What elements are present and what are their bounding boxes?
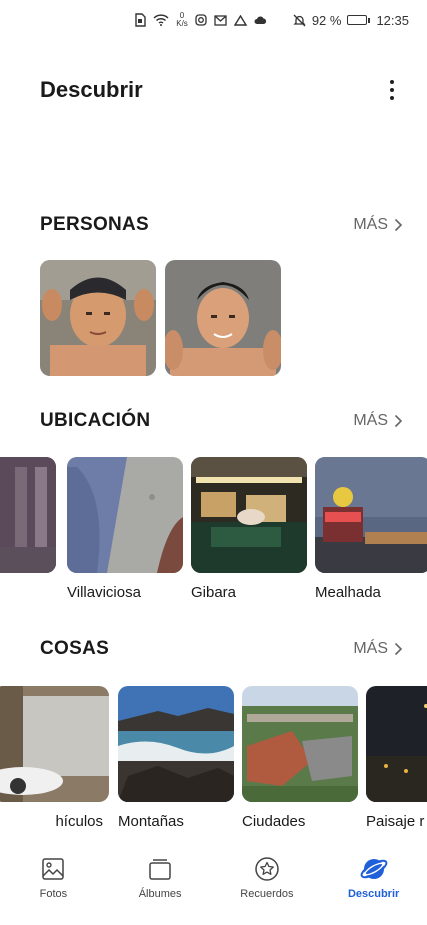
- thing-thumbnail[interactable]: [366, 686, 427, 802]
- things-row: hículos Montañas Ciudades Paisaje r: [0, 686, 427, 856]
- section-header-people: PERSONAS MÁS: [40, 210, 403, 240]
- mail-icon: [214, 14, 227, 26]
- nav-item-discover[interactable]: Descubrir: [329, 855, 419, 900]
- mute-icon: [293, 14, 306, 26]
- thing-thumbnail[interactable]: [0, 686, 109, 802]
- location-row: Villaviciosa Gibara Mealhada: [0, 457, 427, 627]
- more-options-button[interactable]: [377, 73, 407, 107]
- people-row: [0, 260, 427, 376]
- chevron-right-icon: [394, 218, 403, 232]
- person-thumbnail[interactable]: [40, 260, 156, 376]
- more-people-link[interactable]: MÁS: [353, 216, 403, 234]
- status-icons: 0 K/s: [134, 12, 267, 28]
- page-title: Descubrir: [40, 77, 143, 102]
- section-header-location: UBICACIÓN MÁS: [40, 406, 403, 436]
- location-thumbnail[interactable]: [191, 457, 307, 573]
- location-label: Villaviciosa: [67, 584, 141, 601]
- status-bar: 0 K/s 92 % 12:35: [0, 0, 427, 40]
- instagram-icon: [195, 14, 207, 26]
- location-label: Gibara: [191, 584, 237, 601]
- thing-thumbnail[interactable]: [242, 686, 358, 802]
- clock: 12:35: [376, 12, 409, 28]
- more-location-link[interactable]: MÁS: [353, 412, 403, 430]
- photo-icon: [39, 855, 67, 883]
- albums-icon: [146, 855, 174, 883]
- nav-label: Fotos: [39, 888, 68, 900]
- section-header-things: COSAS MÁS: [40, 634, 403, 664]
- more-people-label: MÁS: [353, 216, 388, 233]
- thing-label: Paisaje r: [366, 813, 425, 830]
- location-thumbnail[interactable]: [315, 457, 427, 573]
- nav-label: Recuerdos: [240, 888, 294, 900]
- nav-item-photos[interactable]: Fotos: [8, 855, 98, 900]
- location-label: Mealhada: [315, 584, 381, 601]
- more-things-link[interactable]: MÁS: [353, 640, 403, 658]
- drive-icon: [233, 14, 247, 26]
- thing-thumbnail[interactable]: [118, 686, 234, 802]
- location-thumbnail[interactable]: [67, 457, 183, 573]
- wifi-icon: [153, 14, 169, 26]
- location-thumbnail[interactable]: [0, 457, 56, 573]
- battery-icon: [347, 15, 371, 25]
- nav-item-memories[interactable]: Recuerdos: [222, 855, 312, 900]
- star-icon: [253, 855, 281, 883]
- chevron-right-icon: [394, 414, 403, 428]
- network-speed-unit: K/s: [176, 19, 188, 28]
- nav-item-albums[interactable]: Álbumes: [115, 855, 205, 900]
- section-title-location: UBICACIÓN: [40, 410, 151, 431]
- thing-label: Ciudades: [242, 813, 306, 830]
- section-title-things: COSAS: [40, 638, 110, 659]
- cloud-icon: [254, 16, 266, 24]
- battery-percent: 92 %: [311, 12, 342, 28]
- network-speed: 0 K/s: [176, 12, 188, 28]
- planet-icon: [360, 855, 388, 883]
- nav-label: Descubrir: [347, 888, 400, 900]
- header: Descubrir: [40, 70, 407, 110]
- more-things-label: MÁS: [353, 640, 388, 657]
- sim-icon: [135, 13, 146, 27]
- more-location-label: MÁS: [353, 412, 388, 429]
- bottom-nav: Fotos Álbumes Recuerdos Descubrir: [0, 845, 427, 925]
- person-thumbnail[interactable]: [165, 260, 281, 376]
- nav-label: Álbumes: [138, 888, 182, 900]
- thing-label: hículos: [55, 813, 103, 830]
- thing-label: Montañas: [118, 813, 184, 830]
- chevron-right-icon: [394, 642, 403, 656]
- section-title-people: PERSONAS: [40, 214, 150, 235]
